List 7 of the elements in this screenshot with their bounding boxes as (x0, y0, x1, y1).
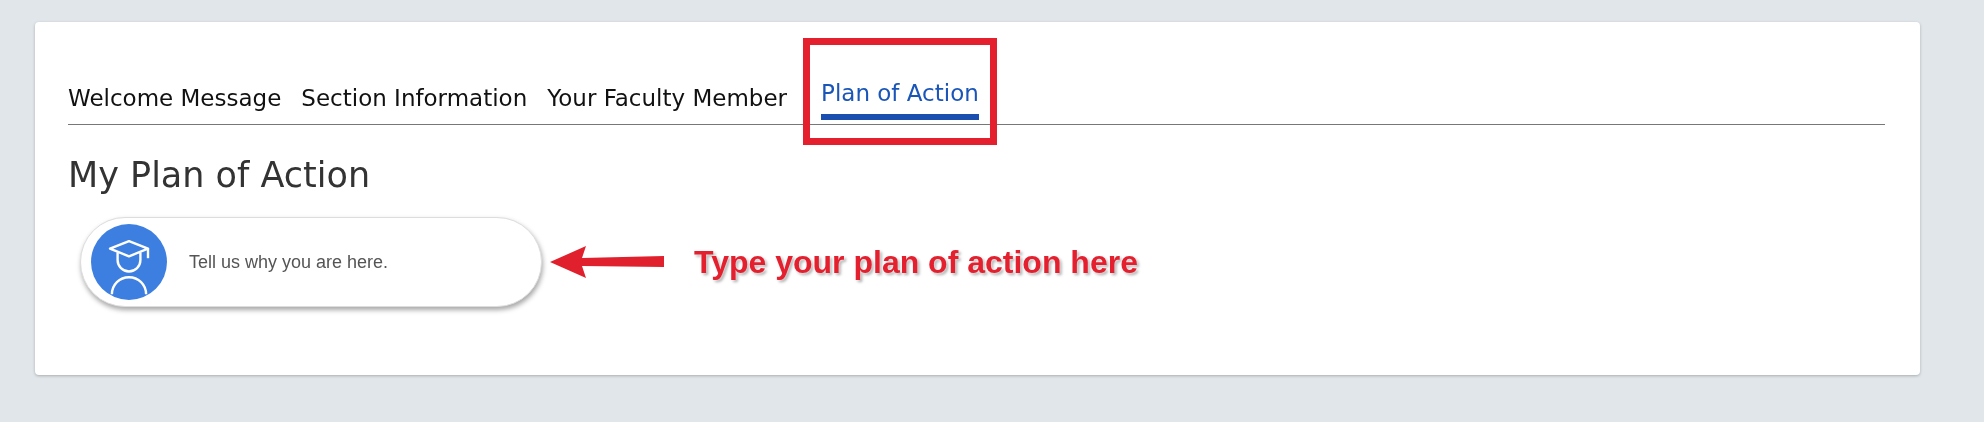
plan-input-field[interactable]: Tell us why you are here. (187, 250, 521, 274)
tab[interactable]: Your Faculty Member (547, 42, 800, 124)
section-heading: My Plan of Action (68, 155, 372, 195)
tab[interactable]: Section Information (301, 42, 540, 124)
tab[interactable]: Welcome Message (68, 42, 294, 124)
annotation-text: Type your plan of action here (694, 243, 1138, 281)
tab[interactable]: Plan of Action (821, 42, 979, 120)
